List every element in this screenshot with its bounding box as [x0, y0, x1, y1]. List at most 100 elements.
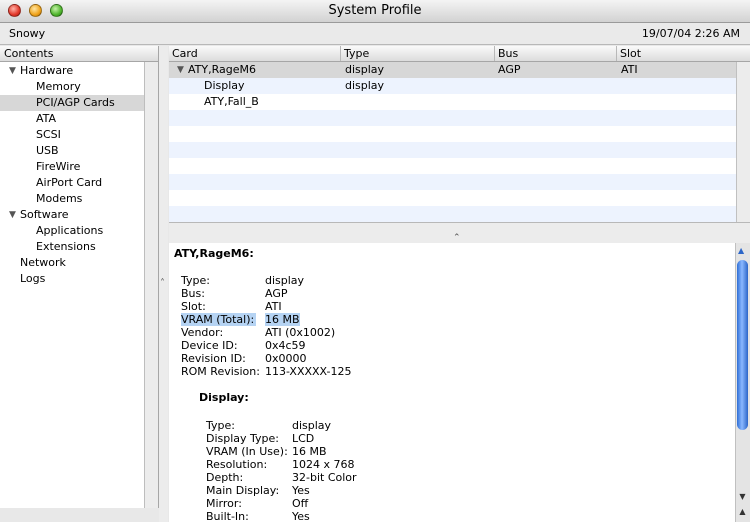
- display-field-type: Type: display: [206, 419, 446, 432]
- field-key: Resolution:: [206, 458, 268, 471]
- sidebar-item-memory[interactable]: Memory: [0, 79, 144, 95]
- field-key: ROM Revision:: [181, 365, 260, 378]
- field-key: Built-In:: [206, 510, 249, 522]
- sidebar-item-hardware[interactable]: ▼ Hardware: [0, 63, 144, 79]
- field-key: Vendor:: [181, 326, 224, 339]
- detail-field-slot: Slot: ATI: [181, 300, 381, 313]
- computer-name: Snowy: [9, 27, 46, 40]
- card-table-header: Card Type Bus Slot: [169, 46, 750, 62]
- field-value: Yes: [292, 484, 310, 497]
- scroll-down-arrow-icon[interactable]: ▼: [736, 492, 749, 504]
- sidebar-scrollbar[interactable]: [145, 62, 159, 508]
- sidebar-item-label: Hardware: [20, 64, 74, 77]
- profile-timestamp: 19/07/04 2:26 AM: [641, 27, 740, 40]
- field-value: display: [265, 274, 305, 287]
- field-value: display: [292, 419, 332, 432]
- sidebar-item-label: Network: [20, 256, 66, 269]
- disclosure-triangle-icon[interactable]: ▼: [9, 207, 16, 223]
- detail-field-rom-revision: ROM Revision: 113-XXXXX-125: [181, 365, 441, 378]
- column-header-card[interactable]: Card: [169, 46, 341, 61]
- sidebar-item-label: Memory: [36, 80, 81, 93]
- sidebar-item-label: AirPort Card: [36, 176, 103, 189]
- display-section-heading: Display:: [199, 391, 249, 404]
- scroll-up-arrow-icon[interactable]: ▲: [736, 507, 749, 519]
- sidebar-item-label: Software: [20, 208, 69, 221]
- card-table: ▼ ATY,RageM6 display AGP ATI Display dis…: [169, 62, 736, 222]
- display-field-built-in: Built-In: Yes: [206, 510, 446, 522]
- table-row[interactable]: ▼ ATY,RageM6 display AGP ATI: [169, 62, 736, 78]
- field-key: Display Type:: [206, 432, 280, 445]
- field-value: ATI (0x1002): [265, 326, 336, 339]
- field-value: 0x4c59: [265, 339, 306, 352]
- detail-title: ATY,RageM6:: [174, 247, 254, 260]
- detail-scroll-thumb[interactable]: [737, 260, 748, 430]
- card-cell: ATY,Fall_B: [204, 95, 259, 108]
- field-value: 113-XXXXX-125: [265, 365, 352, 378]
- detail-field-bus: Bus: AGP: [181, 287, 381, 300]
- display-field-display-type: Display Type: LCD: [206, 432, 446, 445]
- detail-field-vram-total[interactable]: VRAM (Total): 16 MB: [181, 313, 381, 326]
- disclosure-triangle-icon[interactable]: ▼: [177, 62, 184, 78]
- field-key: Type:: [181, 274, 210, 287]
- table-row[interactable]: Display display: [169, 78, 736, 94]
- contents-header[interactable]: Contents: [0, 46, 159, 62]
- disclosure-triangle-icon[interactable]: ▼: [9, 63, 16, 79]
- splitter-grip-icon[interactable]: ˄: [160, 278, 165, 289]
- field-value: 16 MB: [265, 313, 300, 326]
- sidebar-item-label: FireWire: [36, 160, 81, 173]
- contents-header-label: Contents: [4, 47, 54, 60]
- title-bar[interactable]: System Profile: [0, 0, 750, 23]
- display-field-vram-in-use: VRAM (In Use): 16 MB: [206, 445, 446, 458]
- sidebar-item-label: Applications: [36, 224, 104, 237]
- field-key: Mirror:: [206, 497, 242, 510]
- sidebar-item-software[interactable]: ▼ Software: [0, 207, 144, 223]
- sidebar-item-airport-card[interactable]: AirPort Card: [0, 175, 144, 191]
- column-header-bus[interactable]: Bus: [495, 46, 617, 61]
- sidebar-item-logs[interactable]: Logs: [0, 271, 144, 287]
- sidebar-item-applications[interactable]: Applications: [0, 223, 144, 239]
- sidebar-item-modems[interactable]: Modems: [0, 191, 144, 207]
- field-value: AGP: [265, 287, 288, 300]
- sidebar-item-usb[interactable]: USB: [0, 143, 144, 159]
- contents-sidebar: ▼ Hardware Memory PCI/AGP Cards ATA SCSI USB Fi…: [0, 62, 145, 508]
- field-value: 32-bit Color: [292, 471, 357, 484]
- sidebar-item-network[interactable]: Network: [0, 255, 144, 271]
- sidebar-item-scsi[interactable]: SCSI: [0, 127, 144, 143]
- card-cell: ATY,RageM6: [188, 63, 256, 76]
- field-value: ATI: [265, 300, 282, 313]
- field-key: Bus:: [181, 287, 205, 300]
- field-key: Type:: [206, 419, 235, 432]
- column-header-type[interactable]: Type: [341, 46, 495, 61]
- sidebar-item-label: ATA: [36, 112, 57, 125]
- slot-cell: ATI: [621, 63, 638, 76]
- field-key: Revision ID:: [181, 352, 246, 365]
- field-value: 0x0000: [265, 352, 307, 365]
- detail-pane: ATY,RageM6: Type: display Bus: AGP Slot:…: [169, 243, 735, 522]
- field-key: Slot:: [181, 300, 206, 313]
- field-value: LCD: [292, 432, 315, 445]
- card-cell: Display: [204, 79, 245, 92]
- scroll-up-arrow-icon[interactable]: ▲: [738, 246, 744, 255]
- table-scrollbar[interactable]: [736, 62, 750, 222]
- sidebar-item-label: SCSI: [36, 128, 61, 141]
- detail-splitter[interactable]: ⌃: [169, 222, 750, 244]
- field-key: VRAM (Total):: [181, 313, 257, 326]
- detail-field-revision-id: Revision ID: 0x0000: [181, 352, 401, 365]
- bus-cell: AGP: [498, 63, 521, 76]
- field-key: VRAM (In Use):: [206, 445, 288, 458]
- sidebar-item-firewire[interactable]: FireWire: [0, 159, 144, 175]
- table-row[interactable]: ATY,Fall_B: [169, 94, 736, 110]
- sidebar-item-pci-agp-cards[interactable]: PCI/AGP Cards: [0, 95, 144, 111]
- sidebar-item-label: USB: [36, 144, 59, 157]
- field-value: 1024 x 768: [292, 458, 355, 471]
- sidebar-item-label: Extensions: [36, 240, 96, 253]
- field-value: Yes: [292, 510, 310, 522]
- info-bar: Snowy 19/07/04 2:26 AM: [0, 23, 750, 45]
- sidebar-item-label: Modems: [36, 192, 83, 205]
- column-header-slot[interactable]: Slot: [617, 46, 750, 61]
- sidebar-item-ata[interactable]: ATA: [0, 111, 144, 127]
- splitter-grip-icon[interactable]: ⌃: [453, 233, 461, 243]
- field-key: Depth:: [206, 471, 244, 484]
- type-cell: display: [345, 79, 385, 92]
- sidebar-item-extensions[interactable]: Extensions: [0, 239, 144, 255]
